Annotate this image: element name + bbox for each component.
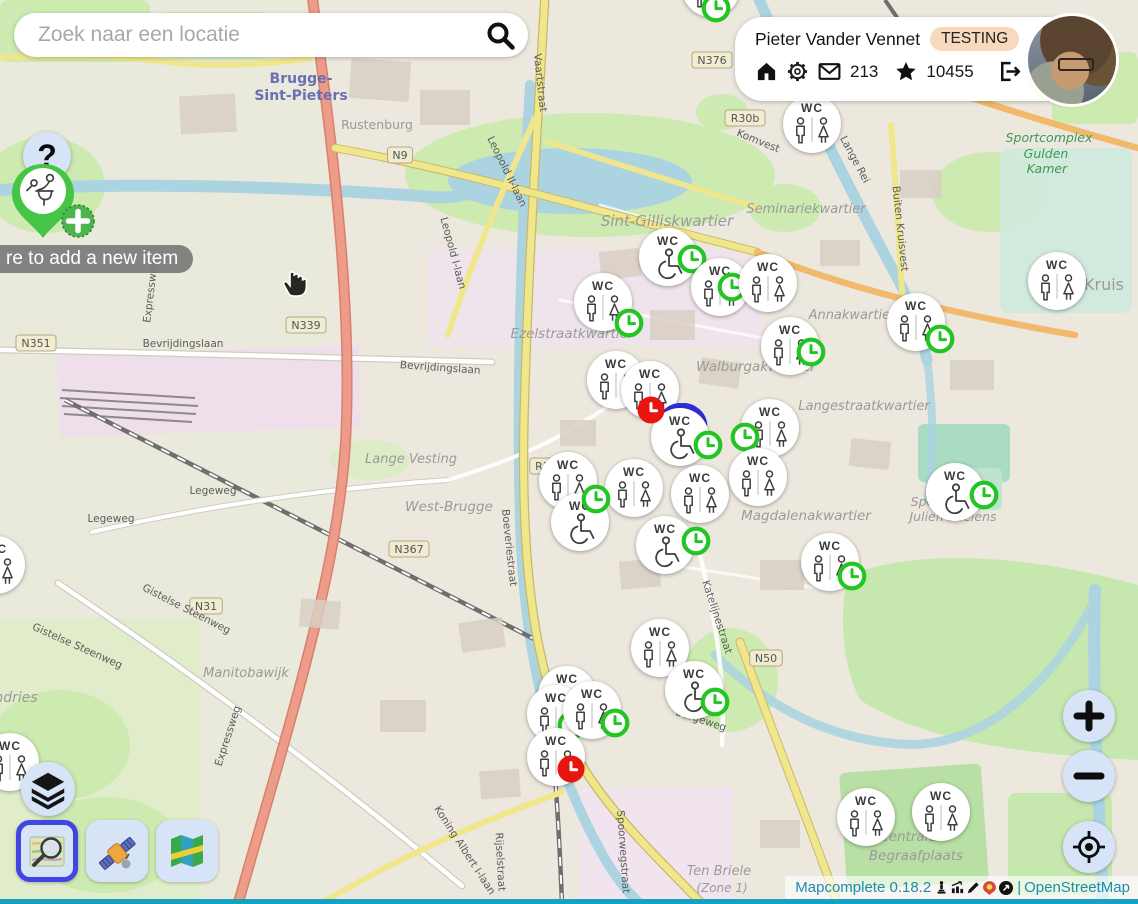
search-input[interactable] [36, 22, 484, 48]
svg-text:WC: WC [657, 234, 679, 248]
toilet-marker[interactable]: WC [739, 254, 797, 312]
background-map-button[interactable] [156, 820, 218, 882]
svg-text:WC: WC [855, 794, 877, 808]
svg-text:WC: WC [545, 734, 567, 748]
osm-link[interactable]: OpenStreetMap [1024, 879, 1130, 896]
toilet-marker[interactable]: WC [729, 448, 787, 506]
user-name: Pieter Vander Vennet [755, 29, 920, 50]
toilet-marker[interactable]: WC [837, 788, 895, 846]
background-style-bar [16, 820, 218, 882]
svg-text:WC: WC [747, 454, 769, 468]
svg-text:WC: WC [801, 101, 823, 115]
zoom-in-button[interactable] [1063, 690, 1115, 742]
toilet-marker[interactable]: WC [0, 536, 25, 594]
home-icon[interactable] [755, 60, 778, 83]
open-hours-badge [969, 480, 999, 510]
toilet-marker[interactable]: WC [912, 783, 970, 841]
search-icon[interactable] [484, 19, 516, 51]
svg-text:WC: WC [669, 414, 691, 428]
open-hours-badge [837, 561, 867, 591]
satellite-icon [95, 829, 139, 873]
svg-text:WC: WC [757, 260, 779, 274]
license-icon[interactable] [998, 880, 1014, 896]
toilet-marker[interactable]: WC [671, 465, 729, 523]
open-hours-badge [581, 484, 611, 514]
zoom-out-button[interactable] [1063, 750, 1115, 802]
changeset-count: 10455 [926, 62, 973, 82]
location-search [14, 13, 528, 57]
bottom-teal-bar [0, 899, 1138, 904]
statistics-icon[interactable] [950, 880, 965, 895]
layers-button[interactable] [21, 762, 75, 816]
svg-text:WC: WC [0, 542, 7, 556]
open-hours-badge [700, 687, 730, 717]
svg-text:WC: WC [0, 739, 21, 753]
svg-text:WC: WC [819, 539, 841, 553]
osm-carto-icon [26, 830, 68, 872]
svg-text:WC: WC [557, 458, 579, 472]
open-hours-badge [701, 0, 731, 23]
svg-text:WC: WC [649, 625, 671, 639]
statue-icon[interactable] [934, 880, 949, 895]
svg-text:WC: WC [689, 471, 711, 485]
marker-layer: WC WC WC WC WC [0, 0, 1138, 904]
crosshair-icon [1069, 827, 1109, 867]
geolocate-button[interactable] [1063, 821, 1115, 873]
testing-badge: TESTING [930, 27, 1019, 51]
attribution-bar: Mapcomplete 0.18.2 | OpenStreetMap [785, 876, 1138, 899]
open-hours-badge [614, 308, 644, 338]
svg-text:WC: WC [639, 367, 661, 381]
svg-text:WC: WC [1046, 258, 1068, 272]
minus-icon [1073, 760, 1105, 792]
app-version[interactable]: Mapcomplete 0.18.2 [795, 879, 931, 896]
add-item-tooltip: re to add a new item [0, 245, 193, 273]
closed-hours-badge [636, 395, 666, 425]
svg-text:WC: WC [779, 323, 801, 337]
svg-text:WC: WC [905, 299, 927, 313]
svg-text:WC: WC [759, 405, 781, 419]
plus-icon [1073, 700, 1105, 732]
gear-icon[interactable] [786, 60, 809, 83]
svg-text:WC: WC [592, 279, 614, 293]
message-count: 213 [850, 62, 878, 82]
hand-cursor-icon [279, 265, 313, 306]
svg-text:WC: WC [930, 789, 952, 803]
svg-text:WC: WC [944, 469, 966, 483]
background-osm-carto-button[interactable] [16, 820, 78, 882]
layers-icon [27, 768, 69, 810]
svg-text:WC: WC [683, 667, 705, 681]
toilet-marker[interactable]: WC [1028, 252, 1086, 310]
avatar[interactable] [1028, 16, 1116, 104]
svg-text:WC: WC [623, 465, 645, 479]
star-icon[interactable] [894, 60, 918, 84]
messages-icon[interactable] [817, 59, 842, 84]
open-hours-badge [681, 526, 711, 556]
open-hours-badge [693, 430, 723, 460]
pencil-icon[interactable] [966, 880, 981, 895]
background-satellite-button[interactable] [86, 820, 148, 882]
logout-icon[interactable] [996, 59, 1021, 84]
add-plus-icon[interactable] [60, 203, 96, 244]
open-hours-badge [925, 324, 955, 354]
toilet-marker[interactable]: WC [783, 95, 841, 153]
toilet-marker[interactable]: WC [605, 459, 663, 517]
folded-map-icon [166, 830, 208, 872]
svg-text:WC: WC [654, 522, 676, 536]
open-hours-badge [796, 337, 826, 367]
svg-text:WC: WC [581, 687, 603, 701]
theme-icon[interactable] [982, 880, 997, 895]
mapcomplete-app: N9R30bN376N339N351N367N31N50R30 Brugge-S… [0, 0, 1138, 904]
closed-hours-badge [556, 754, 586, 784]
open-hours-badge [600, 708, 630, 738]
attribution-separator: | [1017, 879, 1021, 896]
